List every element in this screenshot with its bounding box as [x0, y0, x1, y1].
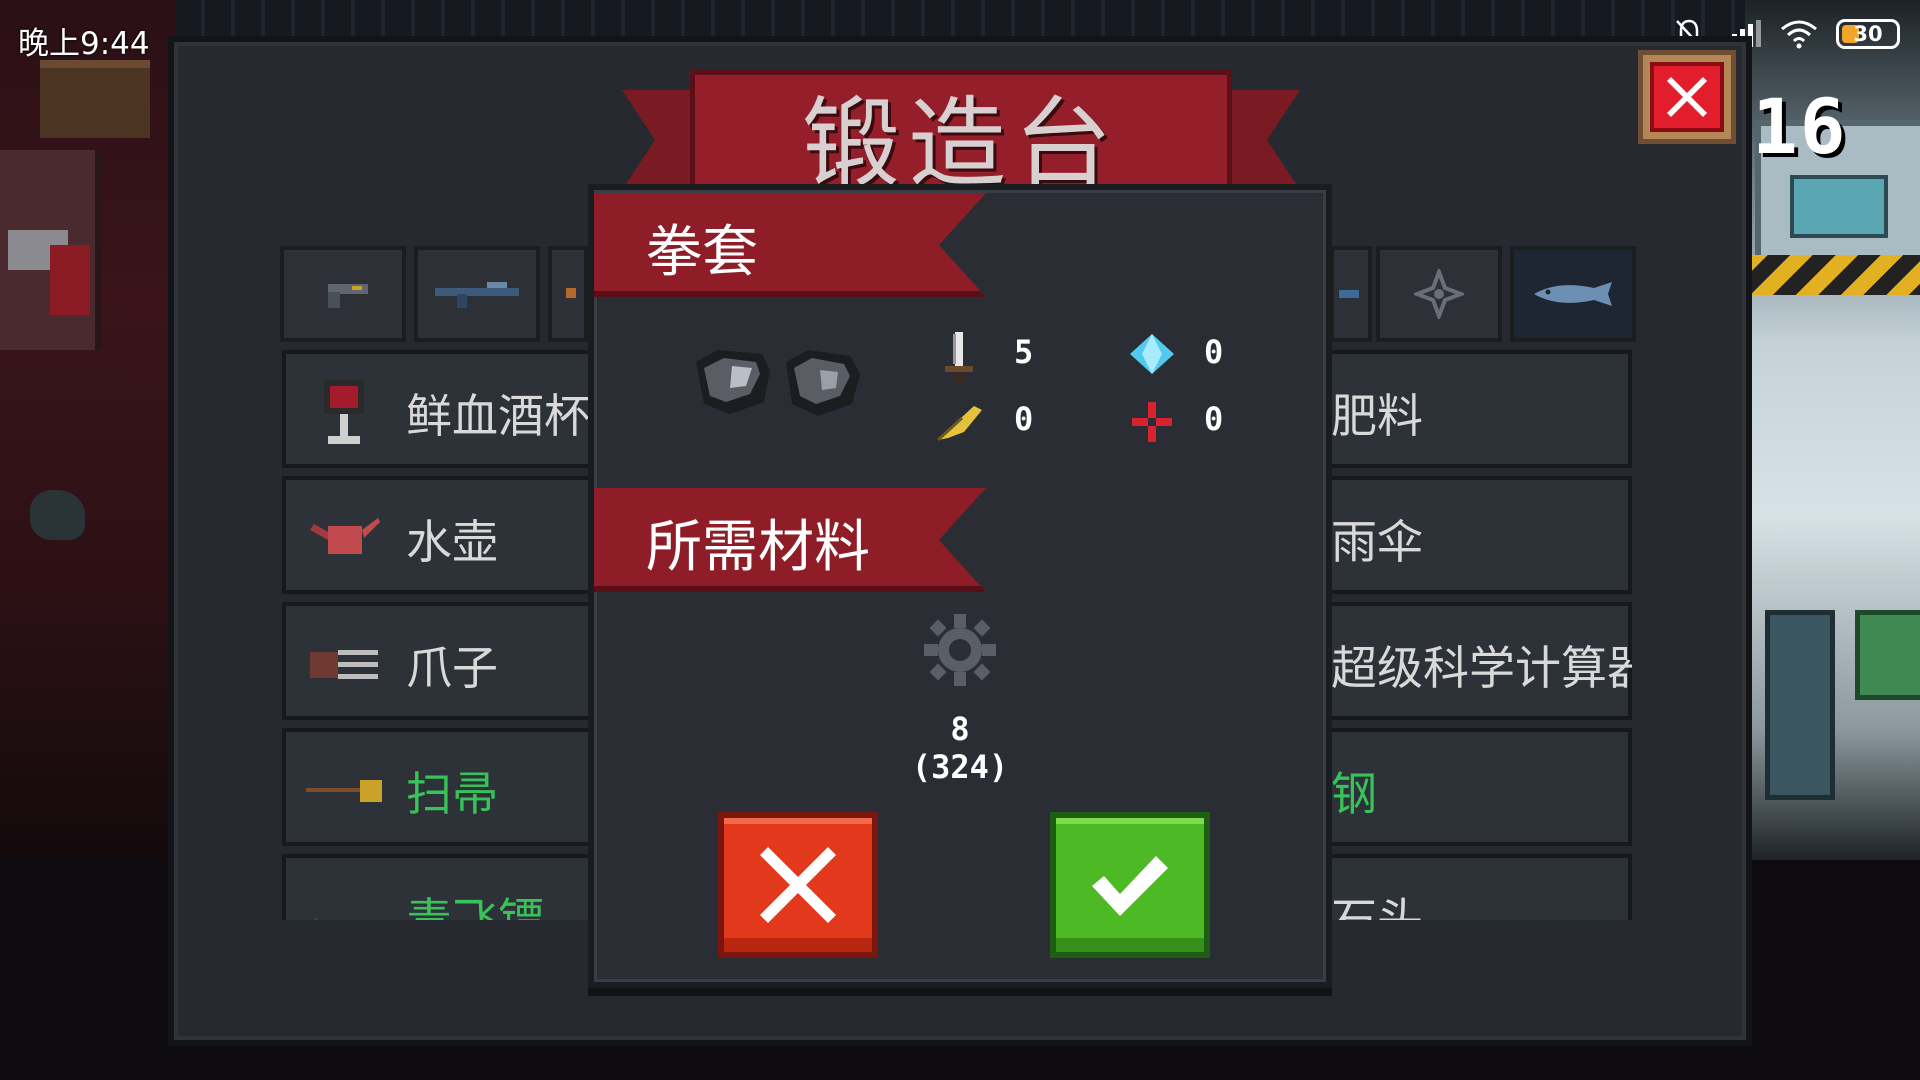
hazard-stripe: [1745, 255, 1920, 295]
claw-icon: [310, 650, 378, 679]
materials-banner: 所需材料: [594, 488, 986, 592]
pistol-icon: [328, 284, 368, 308]
broom-icon: [306, 780, 382, 802]
confirm-button[interactable]: [1050, 812, 1210, 958]
item-label-right: 肥料: [1331, 389, 1423, 443]
sword-icon: [945, 332, 973, 382]
materials-title: 所需材料: [646, 515, 870, 580]
crosshair-icon: [1132, 402, 1172, 442]
background-scene-left: [0, 0, 175, 860]
dart-icon: [314, 918, 318, 920]
forge-title-banner: 锻造台: [690, 70, 1232, 201]
crate: [40, 60, 150, 138]
stat-crit: 0: [1204, 400, 1224, 438]
status-time: 晚上9:44: [18, 26, 150, 62]
background-wall: [175, 0, 1745, 40]
item-label-right: 石头: [1331, 893, 1423, 920]
tab-rifle[interactable]: [414, 246, 540, 342]
checkmark-icon: [1092, 856, 1168, 916]
gun-icon: [1339, 290, 1359, 298]
currency-counter: 16: [1752, 82, 1848, 171]
battery-level: 30: [1853, 22, 1883, 46]
stat-speed: 0: [1014, 400, 1034, 438]
item-label-right: 超级科学计算器: [1331, 641, 1632, 695]
crow-sprite: [30, 490, 85, 540]
cancel-button[interactable]: [718, 812, 878, 958]
item-label: 鲜血酒杯: [406, 389, 590, 443]
lab-tank: [1765, 610, 1835, 800]
tab-weapon[interactable]: [548, 246, 588, 342]
gear-icon: [924, 614, 996, 686]
tab-fish[interactable]: [1510, 246, 1636, 342]
item-label-right: 雨伞: [1331, 515, 1423, 569]
close-forge-button[interactable]: [1638, 50, 1736, 144]
item-label: 毒飞镖: [406, 893, 544, 920]
tab-pistol[interactable]: [280, 246, 406, 342]
tab-gun[interactable]: [1330, 246, 1372, 342]
item-name: 拳套: [646, 220, 758, 285]
material-count: 8: [950, 710, 970, 748]
close-icon: [760, 847, 836, 923]
item-label: 水壶: [406, 515, 498, 569]
diamond-icon: [1130, 334, 1174, 374]
compass-icon: [1414, 269, 1464, 319]
close-icon: [1650, 62, 1724, 132]
item-name-banner: 拳套: [594, 193, 986, 297]
battery-icon: 30: [1836, 19, 1900, 49]
weapon-icon: [566, 288, 576, 298]
rifle-icon: [435, 282, 519, 308]
game-screen: 晚上9:44 30 16 锻造台 鲜血酒杯 肥料 水壶 雨伞 爪子 超级科学计算…: [0, 0, 1920, 1080]
item-label: 扫帚: [406, 767, 498, 821]
gauntlet-icon: [696, 350, 860, 416]
tab-compass[interactable]: [1376, 246, 1502, 342]
goblet-icon: [324, 380, 364, 444]
lab-screen: [1790, 175, 1888, 238]
fish-icon: [1534, 282, 1612, 306]
craft-dialog: 拳套 5 0 0 0 所需材料 8 (324): [588, 184, 1332, 988]
wifi-icon: [1781, 20, 1817, 49]
item-label: 爪子: [406, 641, 498, 695]
lab-terminal: [1855, 610, 1920, 700]
material-stock: (324): [911, 748, 1009, 786]
item-label-right: 钢: [1331, 767, 1377, 821]
stat-energy: 0: [1204, 333, 1224, 371]
feather-icon: [936, 406, 982, 442]
shelf-item: [50, 245, 90, 315]
watering-can-icon: [310, 518, 380, 554]
stat-damage: 5: [1014, 333, 1034, 371]
